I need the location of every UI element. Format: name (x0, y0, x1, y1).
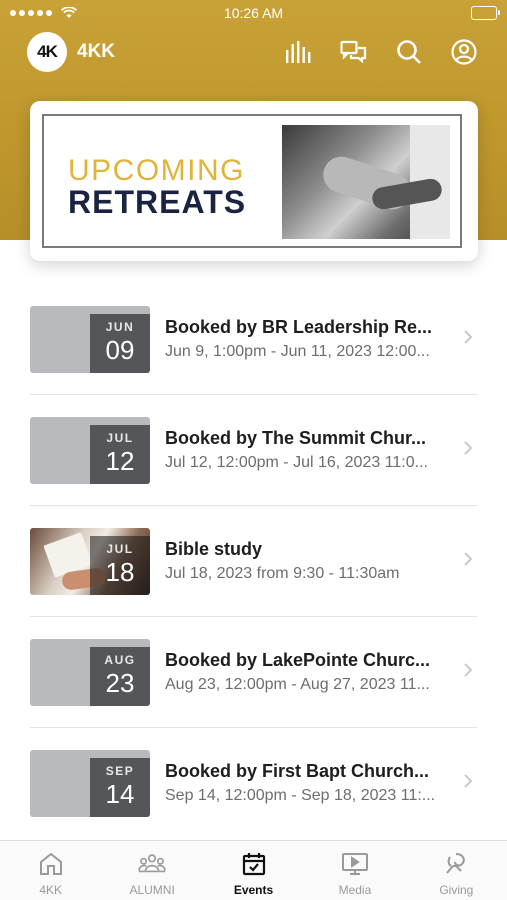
tab-label: ALUMNI (129, 883, 175, 897)
tab-label: Events (233, 883, 274, 897)
tab-label: Giving (439, 883, 474, 897)
event-subtitle: Jul 18, 2023 from 9:30 - 11:30am (165, 565, 400, 582)
giving-icon (442, 850, 470, 878)
tab-4kk[interactable]: 4KK (0, 841, 101, 900)
banner-frame: UPCOMING RETREATS (42, 114, 462, 248)
event-row[interactable]: SEP 14 Booked by First Bapt Church... Se… (30, 728, 477, 839)
date-month: JUN (105, 320, 135, 334)
date-day: 18 (105, 557, 135, 587)
app-logo[interactable]: 4K (27, 32, 67, 72)
event-row[interactable]: JUN 09 Booked by BR Leadership Re... Jun… (30, 284, 477, 395)
event-row[interactable]: AUG 23 Booked by LakePointe Churc... Aug… (30, 617, 477, 728)
chevron-right-icon (464, 663, 473, 677)
battery-icon (471, 6, 500, 20)
event-row[interactable]: JUL 18 Bible study Jul 18, 2023 from 9:3… (30, 506, 477, 617)
tab-giving[interactable]: Giving (406, 841, 507, 900)
date-badge: AUG 23 (90, 647, 150, 706)
date-day: 12 (105, 446, 135, 476)
tab-media[interactable]: Media (304, 841, 405, 900)
date-badge: JUL 18 (90, 536, 150, 595)
banner-line1: UPCOMING (68, 154, 245, 187)
banner-photo (282, 125, 450, 239)
chevron-right-icon (464, 330, 473, 344)
media-icon (341, 850, 369, 878)
event-list: JUN 09 Booked by BR Leadership Re... Jun… (0, 284, 507, 839)
date-month: SEP (105, 764, 135, 778)
event-title: Booked by The Summit Chur... (165, 428, 427, 448)
upcoming-retreats-banner[interactable]: UPCOMING RETREATS (30, 101, 478, 261)
calendar-icon (240, 850, 268, 878)
event-thumbnail: AUG 23 (30, 639, 150, 706)
event-thumbnail: JUN 09 (30, 306, 150, 373)
profile-icon[interactable] (450, 38, 477, 65)
date-day: 14 (105, 779, 135, 809)
header-actions (285, 38, 477, 65)
stats-icon[interactable] (285, 38, 312, 65)
event-subtitle: Sep 14, 12:00pm - Sep 18, 2023 11:... (165, 787, 436, 804)
home-icon (37, 850, 65, 878)
event-thumbnail: SEP 14 (30, 750, 150, 817)
event-subtitle: Aug 23, 12:00pm - Aug 27, 2023 11... (165, 676, 430, 693)
date-day: 23 (105, 668, 135, 698)
event-subtitle: Jul 12, 12:00pm - Jul 16, 2023 11:0... (165, 454, 428, 471)
event-title: Booked by LakePointe Churc... (165, 650, 431, 670)
date-badge: JUN 09 (90, 314, 150, 373)
chevron-right-icon (464, 441, 473, 455)
date-badge: SEP 14 (90, 758, 150, 817)
tab-label: Media (338, 883, 372, 897)
event-row[interactable]: JUL 12 Booked by The Summit Chur... Jul … (30, 395, 477, 506)
date-month: JUL (106, 542, 134, 556)
group-icon (138, 850, 167, 878)
status-bar: 10:26 AM (0, 0, 507, 26)
event-subtitle: Jun 9, 1:00pm - Jun 11, 2023 12:00... (165, 343, 430, 360)
event-title: Bible study (165, 539, 263, 559)
chevron-right-icon (464, 552, 473, 566)
date-day: 09 (105, 335, 135, 365)
tab-alumni[interactable]: ALUMNI (101, 841, 202, 900)
chat-icon[interactable] (340, 38, 367, 65)
banner-line2: RETREATS (68, 184, 247, 220)
event-title: Booked by BR Leadership Re... (165, 317, 433, 337)
event-thumbnail: JUL 12 (30, 417, 150, 484)
app-name: 4KK (77, 41, 116, 62)
event-title: Booked by First Bapt Church... (165, 761, 430, 781)
search-icon[interactable] (395, 38, 422, 65)
date-badge: JUL 12 (90, 425, 150, 484)
app-header: 4K 4KK (0, 30, 507, 76)
bottom-tab-bar: 4KK ALUMNI Events Media Giving (0, 840, 507, 900)
tab-events[interactable]: Events (203, 841, 304, 900)
status-time: 10:26 AM (223, 5, 284, 21)
date-month: JUL (106, 431, 134, 445)
tab-label: 4KK (39, 883, 63, 897)
event-thumbnail: JUL 18 (30, 528, 150, 595)
chevron-right-icon (464, 774, 473, 788)
date-month: AUG (104, 653, 136, 667)
